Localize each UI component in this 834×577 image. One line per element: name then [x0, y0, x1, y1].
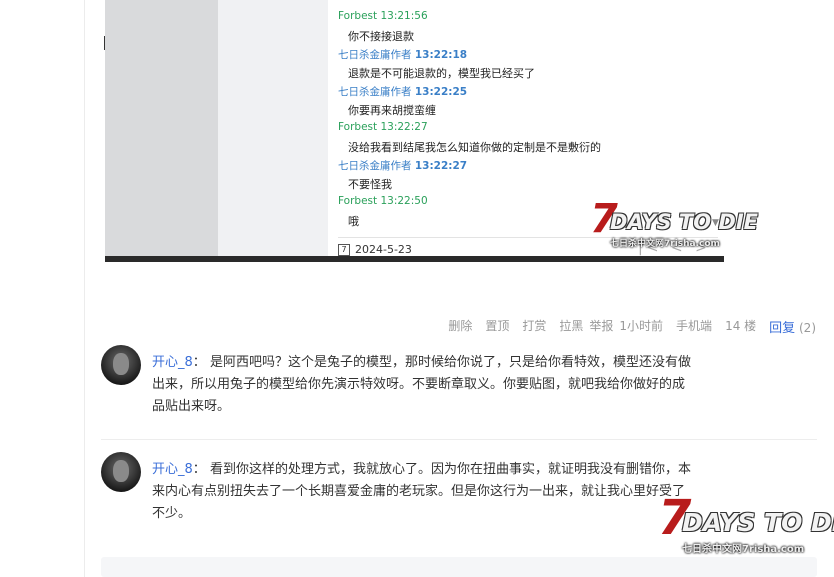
reply-colon: ：: [192, 355, 206, 370]
post-device: 手机端: [676, 319, 713, 333]
chat-message-header: Forbest 13:22:27: [338, 121, 428, 133]
chat-date: 2024-5-23: [355, 243, 412, 256]
delete-button[interactable]: 删除: [448, 317, 472, 336]
sub-reply-content: 开心_8： 是阿西吧吗？这个是兔子的模型，那时候给你说了，只是给你看特效，模型还…: [152, 352, 692, 418]
reply-username-link[interactable]: 开心_8: [152, 355, 193, 370]
reply-text: 是阿西吧吗？这个是兔子的模型，那时候给你说了，只是给你看特效，模型还没有做出来，…: [152, 355, 691, 414]
logo-subtext: 七日杀中文网7risha.com: [610, 239, 720, 249]
sub-reply-content: 开心_8： 看到你这样的处理方式，我就放心了。因为你在扭曲事实，就证明我没有删错…: [152, 459, 692, 525]
screenshot-sidebar: [105, 0, 218, 262]
post-action-bar: 删除 置顶 打赏 拉黑 举报 1小时前 手机端 14 楼 回复 (2): [448, 317, 816, 336]
reply-text: 看到你这样的处理方式，我就放心了。因为你在扭曲事实，就证明我没有删错你，本来内心…: [152, 462, 691, 521]
left-divider: [84, 0, 85, 577]
chat-time: 13:21:56: [380, 10, 428, 22]
chat-time: 13:22:50: [380, 195, 428, 207]
chat-sender: Forbest: [338, 10, 378, 22]
chat-message-header: Forbest 13:22:50: [338, 195, 428, 207]
floor-number: 14 楼: [725, 319, 757, 333]
logo-text: DAYS TO DIE: [682, 508, 834, 537]
chat-message-header: 七日杀金庸作者 13:22:18: [338, 47, 467, 62]
avatar[interactable]: [101, 345, 141, 385]
screenshot-contact-list: [218, 0, 328, 262]
avatar-face: [113, 353, 129, 375]
chat-message-header: 七日杀金庸作者 13:22:27: [338, 158, 467, 173]
reply-input-box[interactable]: [101, 557, 817, 577]
chat-sender: 七日杀金庸作者: [338, 86, 412, 98]
calendar-icon: 7: [338, 243, 350, 256]
chat-message-header: 七日杀金庸作者 13:22:25: [338, 84, 467, 99]
chat-time: 13:22:27: [380, 121, 428, 133]
chat-message-text: 没给我看到结尾我怎么知道你做的定制是不是敷衍的: [348, 141, 601, 154]
chat-message-text: 退款是不可能退款的，模型我已经买了: [348, 67, 535, 80]
logo-subtext: 七日杀中文网7risha.com: [682, 544, 805, 555]
chat-sender: 七日杀金庸作者: [338, 49, 412, 61]
chat-message-text: 你不接接退款: [348, 30, 414, 43]
chat-message-header: Forbest 13:21:56: [338, 10, 428, 22]
chat-sender: Forbest: [338, 121, 378, 133]
chat-message-text: 你要再来胡搅蛮缠: [348, 104, 436, 117]
reply-divider: [101, 439, 817, 440]
reply-button[interactable]: 回复: [769, 321, 795, 336]
chat-sender: Forbest: [338, 195, 378, 207]
page: Forbest 13:21:56 你不接接退款 七日杀金庸作者 13:22:18…: [0, 0, 834, 577]
chat-message-text: 不要怪我: [348, 178, 392, 191]
chat-time: 13:22:18: [414, 49, 468, 61]
chat-time: 13:22:25: [414, 86, 468, 98]
avatar[interactable]: [101, 452, 141, 492]
logo-text: DAYS TO DIE: [610, 210, 758, 234]
report-button[interactable]: 举报: [589, 317, 613, 336]
reply-username-link[interactable]: 开心_8: [152, 462, 193, 477]
screenshot-bottom-edge: [105, 256, 724, 262]
chat-message-text: 哦: [348, 215, 359, 228]
reply-colon: ：: [192, 462, 206, 477]
block-button[interactable]: 拉黑: [559, 317, 583, 336]
post-time: 1小时前: [619, 319, 664, 333]
tip-button[interactable]: 打赏: [522, 317, 546, 336]
chat-sender: 七日杀金庸作者: [338, 160, 412, 172]
chat-time: 13:22:27: [414, 160, 468, 172]
reply-count: (2): [799, 321, 816, 335]
avatar-face: [113, 460, 129, 482]
chat-date-row: 7 2024-5-23: [338, 243, 412, 256]
pin-button[interactable]: 置顶: [485, 317, 509, 336]
